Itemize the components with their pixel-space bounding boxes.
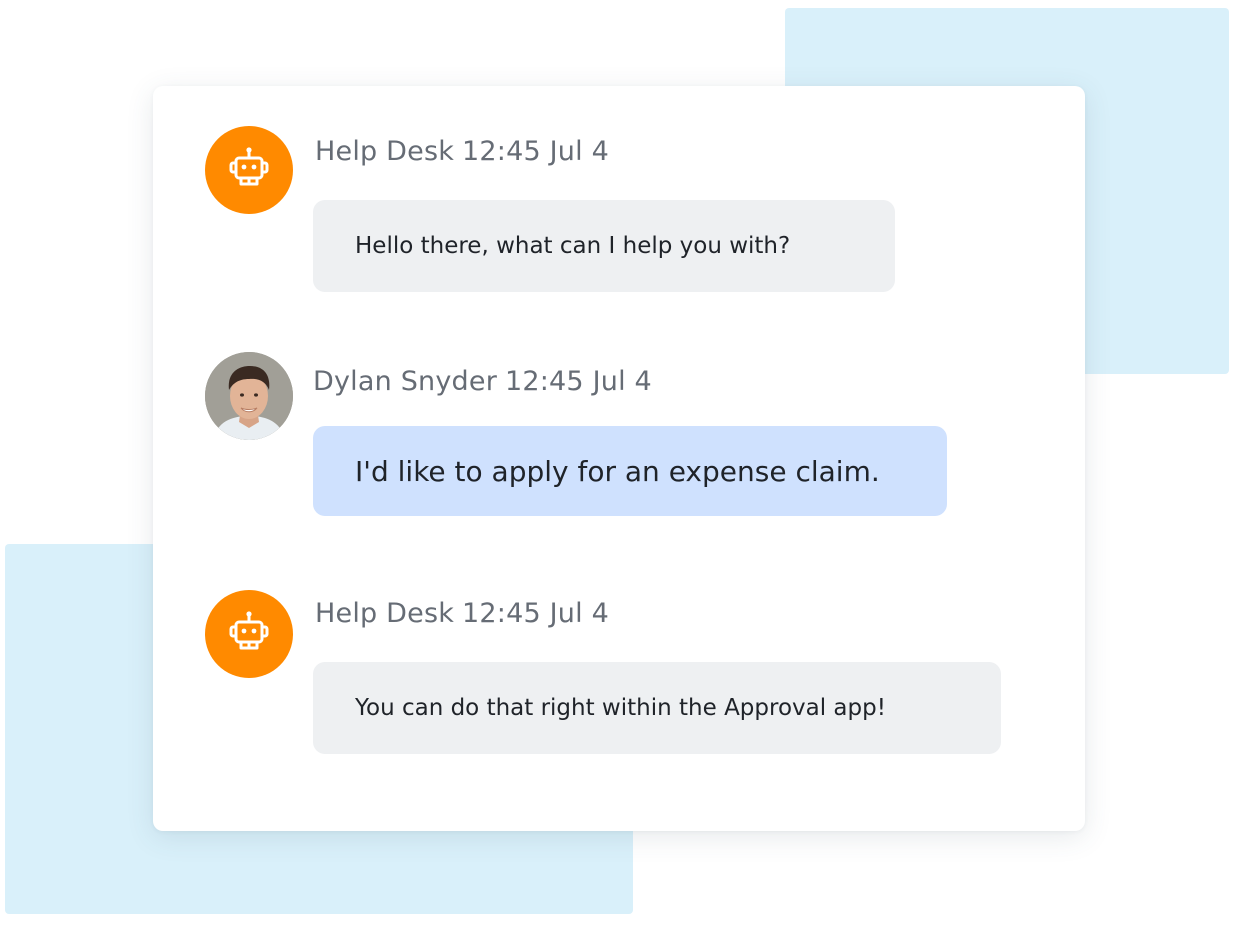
message-bubble: You can do that right within the Approva… xyxy=(313,662,1001,754)
message-meta: Help Desk 12:45 Jul 4 xyxy=(315,598,609,629)
message-time: 12:45 Jul 4 xyxy=(462,598,609,629)
stage: Help Desk 12:45 Jul 4 Hello there, what c… xyxy=(0,0,1237,927)
message-meta: Dylan Snyder 12:45 Jul 4 xyxy=(313,366,652,397)
message-bubble: Hello there, what can I help you with? xyxy=(313,200,895,292)
user-avatar xyxy=(205,352,293,440)
user-photo xyxy=(205,352,293,440)
sender-name: Dylan Snyder xyxy=(313,366,497,397)
robot-icon xyxy=(229,147,269,186)
message-text: You can do that right within the Approva… xyxy=(355,695,886,721)
sender-name: Help Desk xyxy=(315,136,455,167)
bot-avatar xyxy=(205,590,293,678)
bot-avatar xyxy=(205,126,293,214)
message-meta: Help Desk 12:45 Jul 4 xyxy=(315,136,609,167)
sender-name: Help Desk xyxy=(315,598,455,629)
robot-icon xyxy=(229,611,269,650)
chat-message: Dylan Snyder 12:45 Jul 4 I'd like to appl… xyxy=(153,352,1085,522)
message-time: 12:45 Jul 4 xyxy=(462,136,609,167)
chat-card: Help Desk 12:45 Jul 4 Hello there, what c… xyxy=(153,86,1085,831)
chat-message: Help Desk 12:45 Jul 4 You can do that rig… xyxy=(153,590,1085,760)
message-bubble: I'd like to apply for an expense claim. xyxy=(313,426,947,516)
message-text: I'd like to apply for an expense claim. xyxy=(355,454,880,488)
message-text: Hello there, what can I help you with? xyxy=(355,233,791,259)
chat-message: Help Desk 12:45 Jul 4 Hello there, what c… xyxy=(153,126,1085,296)
message-time: 12:45 Jul 4 xyxy=(505,366,652,397)
